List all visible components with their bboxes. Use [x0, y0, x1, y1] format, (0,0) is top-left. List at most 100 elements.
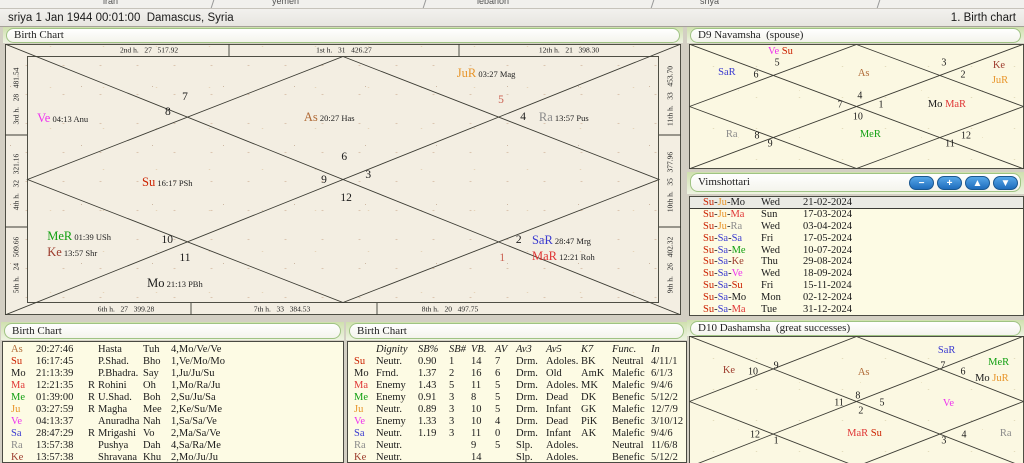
table-cell: 5 — [449, 380, 471, 392]
dasha-lord: Su — [703, 209, 714, 220]
dasha-date: 10-07-2024 — [803, 245, 852, 257]
dasha-date: 29-08-2024 — [803, 256, 852, 268]
dasha-down-button[interactable]: ▼ — [993, 176, 1018, 190]
house-number: 6 — [754, 70, 759, 81]
planet-code: MaR — [942, 99, 966, 110]
nakshatra: Hasta — [98, 344, 143, 356]
retrograde-flag — [88, 344, 98, 356]
house-number: 4 — [857, 91, 862, 102]
planet-code: Sa — [11, 428, 36, 440]
planet-detail: 13:57 Pus — [553, 113, 589, 123]
dasha-lord: Ra — [730, 221, 742, 232]
table-cell: 10 — [471, 416, 495, 428]
dasha-row[interactable]: Su-Sa-KeThu29-08-2024 — [690, 256, 1023, 268]
dasha-row[interactable]: Su-Ju-RaWed03-04-2024 — [690, 221, 1023, 233]
dasha-weekday: Thu — [761, 256, 803, 268]
dasha-list[interactable]: Su-Ju-MoWed21-02-2024Su-Ju-MaSun17-03-20… — [689, 196, 1024, 316]
table-cell: 9/4/6 — [651, 428, 673, 440]
column-header: Dignity — [376, 344, 418, 356]
table-cell: 4/11/1 — [651, 356, 677, 368]
table-cell: 0.89 — [418, 404, 449, 416]
dasha-toolbar: −+▲▼ — [909, 176, 1018, 190]
window-tab[interactable]: sriya — [700, 0, 719, 6]
window-tab[interactable]: iran — [103, 0, 118, 6]
dasha-weekday: Wed — [761, 221, 803, 233]
retrograde-flag — [88, 356, 98, 368]
table-cell — [495, 452, 516, 463]
dasha-weekday: Sun — [761, 209, 803, 221]
planet-label: Ve Su — [768, 44, 793, 59]
house-number: 5 — [775, 58, 780, 69]
longitude: 28:47:29 — [36, 428, 88, 440]
pada-lords: 4,Mo/Ve/Ve — [171, 344, 221, 356]
house-number: 11 — [945, 139, 955, 150]
dasha-lords: Su-Ju-Ra — [703, 221, 761, 233]
dasha-up-button[interactable]: ▲ — [965, 176, 990, 190]
header-spacer — [354, 344, 376, 356]
panel-title: Birth Chart — [4, 323, 341, 339]
table-cell — [581, 440, 612, 452]
dasha-row[interactable]: Su-Sa-SaFri17-05-2024 — [690, 233, 1023, 245]
dasha-row[interactable]: Su-Sa-VeWed18-09-2024 — [690, 268, 1023, 280]
d10-dashamsha-chart[interactable]: 109761185212134KeAsSaRMeRMo JuRVeMaR SuR… — [689, 336, 1024, 463]
table-cell: Malefic — [612, 380, 651, 392]
table-row: Sa28:47:29RMrigashiVo2,Ma/Sa/Ve — [3, 428, 343, 440]
table-row: VeEnemy1.333104Drm.DeadPiKBenefic3/10/12 — [348, 416, 686, 428]
planet-label: JuR — [992, 70, 1008, 88]
table-cell: 5 — [495, 404, 516, 416]
d9-navamsha-chart[interactable]: 563247110891211Ve SuSaRAsKeJuRMo MaRRaMe… — [689, 44, 1024, 169]
panel-title: Birth Chart — [6, 28, 680, 43]
longitude: 01:39:00 — [36, 392, 88, 404]
table-row: Ra13:57:38PushyaDah4,Sa/Ra/Me — [3, 440, 343, 452]
dasha-lord: Me — [732, 245, 746, 256]
dasha-lords: Su-Sa-Ve — [703, 268, 761, 280]
table-cell: Enemy — [376, 392, 418, 404]
nakshatra: P.Shad. — [98, 356, 143, 368]
dasha-row[interactable]: Su-Sa-MoMon02-12-2024 — [690, 292, 1023, 304]
sound-syllable: Nah — [143, 416, 171, 428]
sound-syllable: Oh — [143, 380, 171, 392]
dasha-add-button[interactable]: + — [937, 176, 962, 190]
planet-strengths-table: DignitySB%SB#VB.AVAv3Av5K7Func.InSuNeutr… — [347, 341, 687, 463]
window-tab[interactable]: lebanon — [477, 0, 509, 6]
table-cell: Malefic — [612, 404, 651, 416]
planet-label: Su 16:17 PSh — [142, 173, 193, 191]
house-number: 2 — [961, 70, 966, 81]
table-cell — [581, 452, 612, 463]
planet-detail: 01:39 USh — [72, 232, 111, 242]
planet-code: SaR — [532, 233, 553, 247]
dasha-lord: Ju — [718, 209, 727, 220]
dasha-date: 02-12-2024 — [803, 292, 852, 304]
dasha-date: 18-09-2024 — [803, 268, 852, 280]
table-cell: Neutral — [612, 440, 651, 452]
house-number: 2 — [858, 406, 863, 417]
dasha-row[interactable]: Su-Sa-SuFri15-11-2024 — [690, 280, 1023, 292]
table-cell: Adoles. — [546, 380, 581, 392]
sound-syllable: Tuh — [143, 344, 171, 356]
planet-detail: 20:27 Has — [318, 113, 355, 123]
table-cell: DK — [581, 392, 612, 404]
dasha-remove-button[interactable]: − — [909, 176, 934, 190]
rasi-chart[interactable]: 2nd h. 27 517.921st h. 31 426.2712th h. … — [5, 44, 681, 315]
dasha-row[interactable]: Su-Sa-MaTue31-12-2024 — [690, 304, 1023, 316]
panel-header-vimshottari: Vimshottari −+▲▼ — [687, 172, 1024, 194]
house-cusp-label: 12th h. 21 398.30 — [539, 46, 599, 55]
table-row: Mo21:13:39P.Bhadra.Say1,Ju/Ju/Su — [3, 368, 343, 380]
house-number: 5 — [498, 94, 504, 106]
window-tab[interactable]: yemen — [272, 0, 299, 6]
planet-label: JuR 03:27 Mag — [457, 64, 516, 82]
table-cell: 3 — [449, 392, 471, 404]
planet-label: Ra — [726, 124, 738, 142]
dasha-row[interactable]: Su-Sa-MeWed10-07-2024 — [690, 245, 1023, 257]
table-row: Ve04:13:37AnuradhaNah1,Sa/Sa/Ve — [3, 416, 343, 428]
column-header: SB% — [418, 344, 449, 356]
dasha-date: 31-12-2024 — [803, 304, 852, 316]
house-number: 8 — [755, 131, 760, 142]
house-number: 1 — [774, 436, 779, 447]
planet-code: Ke — [354, 452, 376, 463]
dasha-row[interactable]: Su-Ju-MaSun17-03-2024 — [690, 209, 1023, 221]
planet-detail: 16:17 PSh — [155, 178, 192, 188]
house-number: 2 — [516, 234, 522, 246]
house-number: 12 — [340, 192, 352, 204]
dasha-row[interactable]: Su-Ju-MoWed21-02-2024 — [690, 197, 1023, 209]
